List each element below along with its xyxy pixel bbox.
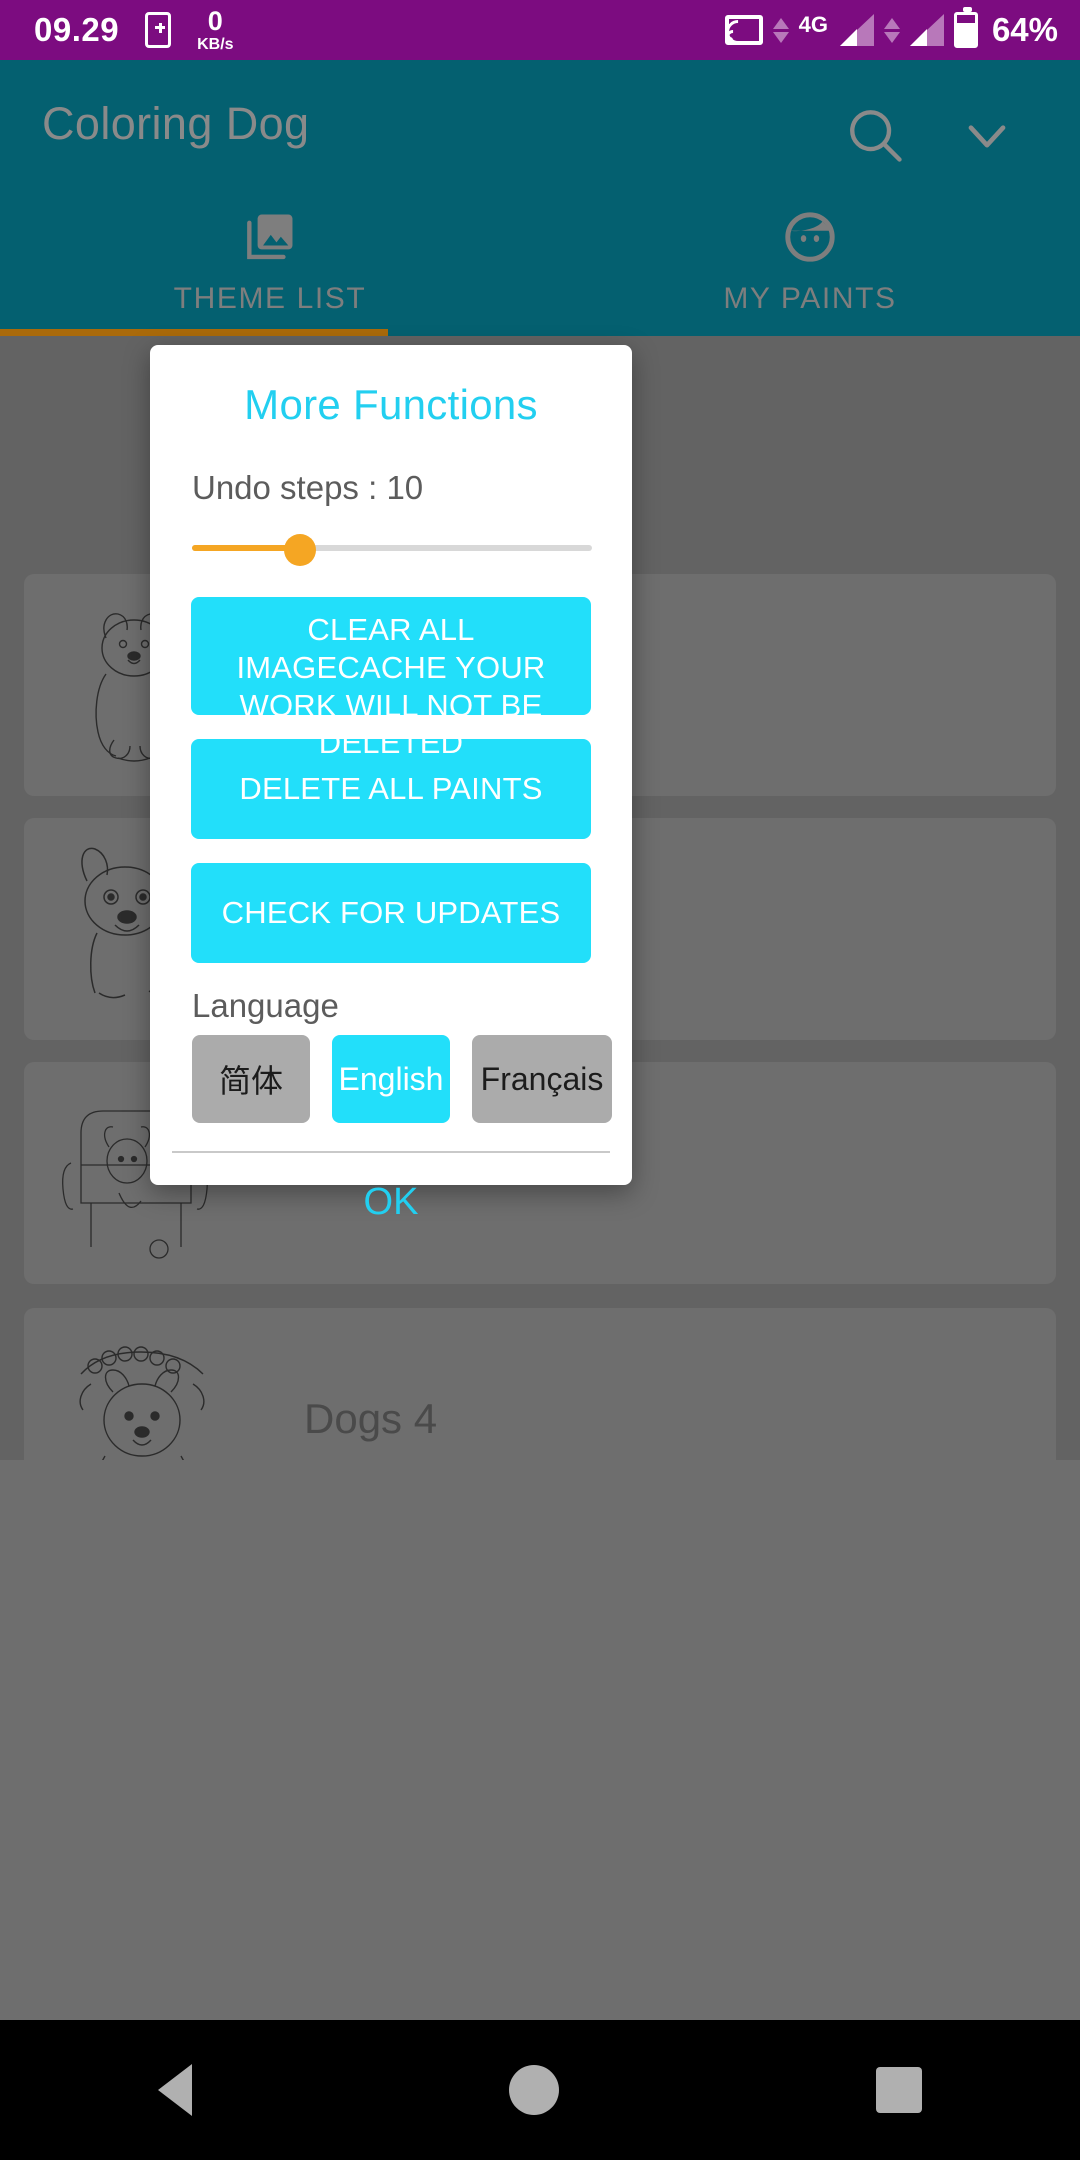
face-icon xyxy=(779,206,841,268)
search-icon xyxy=(850,110,902,162)
app-bar: Coloring Dog THEME LIST MY PAINTS xyxy=(0,60,1080,336)
dialog-title: More Functions xyxy=(244,381,538,428)
network-speed-value: 0 xyxy=(207,5,223,36)
ok-button[interactable]: OK xyxy=(150,1153,632,1224)
tab-theme-list[interactable]: THEME LIST xyxy=(0,192,540,336)
check-for-updates-button[interactable]: CHECK FOR UPDATES xyxy=(191,863,591,963)
tab-bar: THEME LIST MY PAINTS xyxy=(0,192,1080,336)
status-bar-left: 09.29 0 KB/s xyxy=(34,5,725,53)
language-option-en[interactable]: English xyxy=(332,1035,450,1123)
battery-percent-label: 64% xyxy=(991,11,1058,48)
data-transfer-icon xyxy=(772,17,789,43)
tab-label-my-paints: MY PAINTS xyxy=(723,282,897,315)
status-clock: 09.29 xyxy=(34,11,120,48)
language-label: Language xyxy=(192,987,339,1024)
home-circle-icon[interactable] xyxy=(508,2065,559,2115)
battery-icon xyxy=(953,7,978,48)
network-speed-indicator: 0 KB/s xyxy=(197,5,234,53)
navigation-bar xyxy=(0,2020,1080,2160)
signal-icon-sim2 xyxy=(909,14,944,46)
network-type-label: 4G xyxy=(798,12,828,37)
data-transfer-icon-2 xyxy=(883,17,900,43)
clear-image-cache-button[interactable]: CLEAR ALL IMAGECACHE YOUR WORK WILL NOT … xyxy=(191,597,591,760)
page-title: Coloring Dog xyxy=(42,98,310,149)
signal-icon-sim1 xyxy=(839,14,874,46)
list-item-title: Dogs 4 xyxy=(304,1395,438,1442)
theme-list-lower-area xyxy=(0,1460,1080,2020)
language-option-zh[interactable]: 简体 xyxy=(192,1035,310,1123)
status-bar: 09.29 0 KB/s 4G 64% xyxy=(0,0,1080,60)
back-triangle-icon[interactable] xyxy=(158,2064,193,2116)
slider-thumb[interactable] xyxy=(284,534,316,566)
tab-label-theme-list: THEME LIST xyxy=(173,282,367,315)
network-speed-unit: KB/s xyxy=(197,35,234,53)
tab-my-paints[interactable]: MY PAINTS xyxy=(540,192,1080,336)
undo-steps-label: Undo steps : 10 xyxy=(192,469,424,506)
undo-steps-slider[interactable] xyxy=(192,525,592,571)
more-functions-dialog: More Functions Undo steps : 10 CLEAR ALL… xyxy=(150,345,632,1223)
chevron-down-icon xyxy=(968,125,1006,148)
language-option-fr[interactable]: Français xyxy=(472,1035,612,1123)
cast-icon xyxy=(720,15,763,49)
photo-library-icon xyxy=(239,206,301,268)
search-button[interactable] xyxy=(840,100,910,170)
status-bar-right: 4G 64% xyxy=(720,7,1058,49)
recents-square-icon[interactable] xyxy=(875,2067,922,2113)
overflow-menu-button[interactable] xyxy=(952,100,1022,170)
language-selector: 简体 English Français xyxy=(192,1035,632,1123)
sim-card-icon xyxy=(145,12,172,48)
